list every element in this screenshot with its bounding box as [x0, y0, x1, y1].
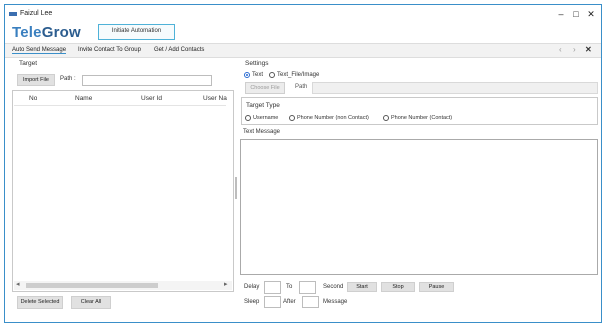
tab-prev-icon[interactable]: ‹ — [559, 45, 562, 54]
column-name[interactable]: Name — [75, 95, 92, 102]
settings-path-label: Path — [295, 84, 308, 90]
mode-file-label: Text_File/Image — [277, 72, 320, 78]
tab-bar: Auto Send Message Invite Contact To Grou… — [5, 43, 601, 58]
pause-button[interactable]: Pause — [419, 282, 454, 292]
target-type-phone-noncontact-label: Phone Number (non Contact) — [297, 115, 369, 121]
target-type-phone-contact-radio[interactable] — [383, 115, 389, 121]
target-type-username-radio[interactable] — [245, 115, 251, 121]
scroll-right-icon[interactable]: ▸ — [224, 280, 228, 288]
target-type-phone-noncontact-radio[interactable] — [289, 115, 295, 121]
tab-invite-contact-to-group[interactable]: Invite Contact To Group — [78, 47, 141, 53]
column-no[interactable]: No — [29, 95, 37, 102]
tab-get-add-contacts[interactable]: Get / Add Contacts — [154, 47, 204, 53]
initiate-automation-button[interactable]: Initiate Automation — [98, 24, 175, 40]
clear-all-button[interactable]: Clear All — [71, 296, 111, 309]
mode-text-radio[interactable] — [244, 72, 250, 78]
delete-selected-button[interactable]: Delete Selected — [17, 296, 63, 309]
second-label: Second — [323, 284, 344, 290]
logo: TeleGrow — [12, 24, 81, 41]
after-input[interactable] — [302, 296, 319, 308]
target-type-title: Target Type — [246, 102, 280, 109]
delay-label: Delay — [244, 284, 260, 290]
close-button[interactable]: ✕ — [584, 7, 598, 21]
choose-file-button[interactable]: Choose File — [245, 82, 285, 94]
target-title: Target — [19, 60, 38, 67]
text-message-label: Text Message — [243, 129, 281, 135]
delay-to-input[interactable] — [299, 281, 316, 294]
column-user-name[interactable]: User Name — [203, 95, 227, 102]
to-label: To — [286, 284, 293, 290]
scroll-thumb[interactable] — [26, 283, 158, 288]
title-bar: Faizul Lee – □ ✕ — [5, 5, 601, 23]
mode-file-radio[interactable] — [269, 72, 275, 78]
tab-next-icon[interactable]: › — [573, 45, 576, 54]
text-message-input[interactable] — [240, 139, 598, 275]
minimize-button[interactable]: – — [554, 7, 568, 21]
target-type-group: Target Type Username Phone Number (non C… — [241, 97, 598, 125]
target-grid[interactable]: No Name User Id User Name ◂ ▸ — [12, 90, 234, 292]
splitter-handle[interactable] — [235, 177, 237, 199]
mode-text-label: Text — [252, 72, 264, 78]
start-button[interactable]: Start — [347, 282, 377, 292]
window-title: Faizul Lee — [20, 10, 53, 17]
app-window: Faizul Lee – □ ✕ TeleGrow Initiate Autom… — [4, 4, 602, 323]
scroll-left-icon[interactable]: ◂ — [16, 280, 20, 288]
target-type-phone-contact-label: Phone Number (Contact) — [391, 115, 453, 121]
brand-row: TeleGrow Initiate Automation — [5, 23, 601, 43]
settings-path-input[interactable] — [312, 82, 598, 94]
horizontal-scrollbar[interactable]: ◂ ▸ — [14, 281, 232, 290]
maximize-button[interactable]: □ — [569, 7, 583, 21]
target-type-username-label: Username — [253, 115, 279, 121]
sleep-input[interactable] — [264, 296, 281, 308]
after-label: After — [283, 299, 296, 305]
delay-from-input[interactable] — [264, 281, 281, 294]
target-path-input[interactable] — [82, 75, 212, 86]
import-file-button[interactable]: Import File — [17, 74, 55, 86]
target-path-label: Path : — [60, 76, 76, 82]
tab-auto-send-message[interactable]: Auto Send Message — [12, 47, 67, 54]
sleep-label: Sleep — [244, 299, 260, 305]
column-user-id[interactable]: User Id — [141, 95, 162, 102]
stop-button[interactable]: Stop — [381, 282, 415, 292]
app-icon — [9, 12, 17, 16]
grid-header: No Name User Id User Name — [14, 92, 227, 106]
tab-close-icon[interactable]: ✕ — [585, 45, 592, 54]
message-label: Message — [323, 299, 348, 305]
settings-title: Settings — [245, 60, 269, 67]
